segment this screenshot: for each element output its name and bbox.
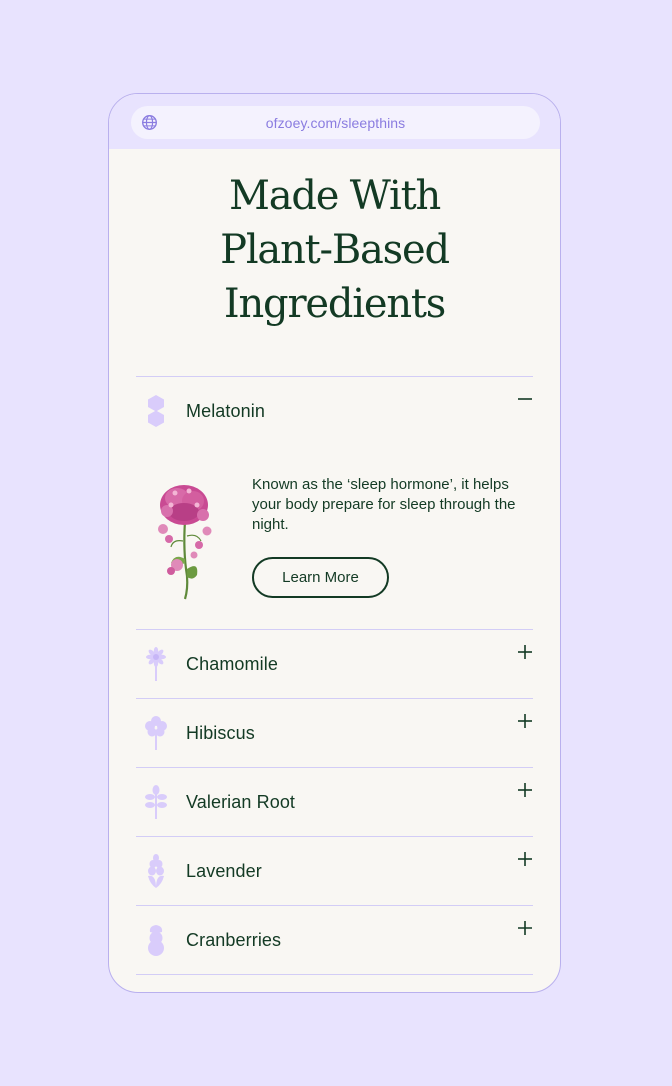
chamomile-icon <box>145 647 167 681</box>
valerian-flower-image <box>158 485 212 600</box>
accordion-item-lavender: Lavender <box>136 836 533 905</box>
accordion-panel-melatonin: Known as the ‘sleep hormone’, it helps y… <box>136 445 533 629</box>
plus-icon[interactable] <box>517 920 533 936</box>
accordion-item-valerian-root: Valerian Root <box>136 767 533 836</box>
accordion-header-chamomile[interactable]: Chamomile <box>136 630 533 698</box>
accordion-label: Hibiscus <box>186 722 255 743</box>
cranberry-icon <box>145 923 167 957</box>
learn-more-button[interactable]: Learn More <box>252 557 389 598</box>
ingredient-description: Known as the ‘sleep hormone’, it helps y… <box>252 476 516 533</box>
accordion-header-valerian-root[interactable]: Valerian Root <box>136 768 533 836</box>
plus-icon[interactable] <box>517 644 533 660</box>
hibiscus-icon <box>145 716 167 750</box>
accordion-item-hibiscus: Hibiscus <box>136 698 533 767</box>
accordion-item-chamomile: Chamomile <box>136 629 533 698</box>
ingredients-accordion: Melatonin Known as the ‘sleep hormone’, … <box>136 376 533 975</box>
accordion-label: Lavender <box>186 860 262 881</box>
accordion-label: Melatonin <box>186 400 265 421</box>
page-content: Made With Plant-Based Ingredients Melato… <box>109 169 560 975</box>
title-line-3: Ingredients <box>223 281 446 327</box>
accordion-header-lavender[interactable]: Lavender <box>136 837 533 905</box>
title-line-1: Made With <box>228 173 441 219</box>
title-line-2: Plant-Based <box>220 227 450 273</box>
lavender-icon <box>145 854 167 888</box>
accordion-header-cranberries[interactable]: Cranberries <box>136 906 533 974</box>
valerian-leaf-icon <box>145 785 167 819</box>
phone-frame: ofzoey.com/sleepthins Made With Plant-Ba… <box>108 93 561 993</box>
globe-icon <box>142 115 157 130</box>
accordion-header-hibiscus[interactable]: Hibiscus <box>136 699 533 767</box>
address-bar[interactable]: ofzoey.com/sleepthins <box>131 106 540 139</box>
page-title: Made With Plant-Based Ingredients <box>136 169 533 331</box>
minus-icon[interactable] <box>517 391 533 407</box>
plus-icon[interactable] <box>517 782 533 798</box>
accordion-item-cranberries: Cranberries <box>136 905 533 975</box>
accordion-label: Chamomile <box>186 653 278 674</box>
hexagon-molecule-icon <box>145 394 167 428</box>
browser-bar: ofzoey.com/sleepthins <box>109 94 560 149</box>
accordion-header-melatonin[interactable]: Melatonin <box>136 377 533 445</box>
accordion-label: Cranberries <box>186 929 282 950</box>
url-text: ofzoey.com/sleepthins <box>265 114 406 131</box>
plus-icon[interactable] <box>517 713 533 729</box>
accordion-item-melatonin: Melatonin Known as the ‘sleep hormone’, … <box>136 376 533 629</box>
plus-icon[interactable] <box>517 851 533 867</box>
accordion-label: Valerian Root <box>186 791 296 812</box>
